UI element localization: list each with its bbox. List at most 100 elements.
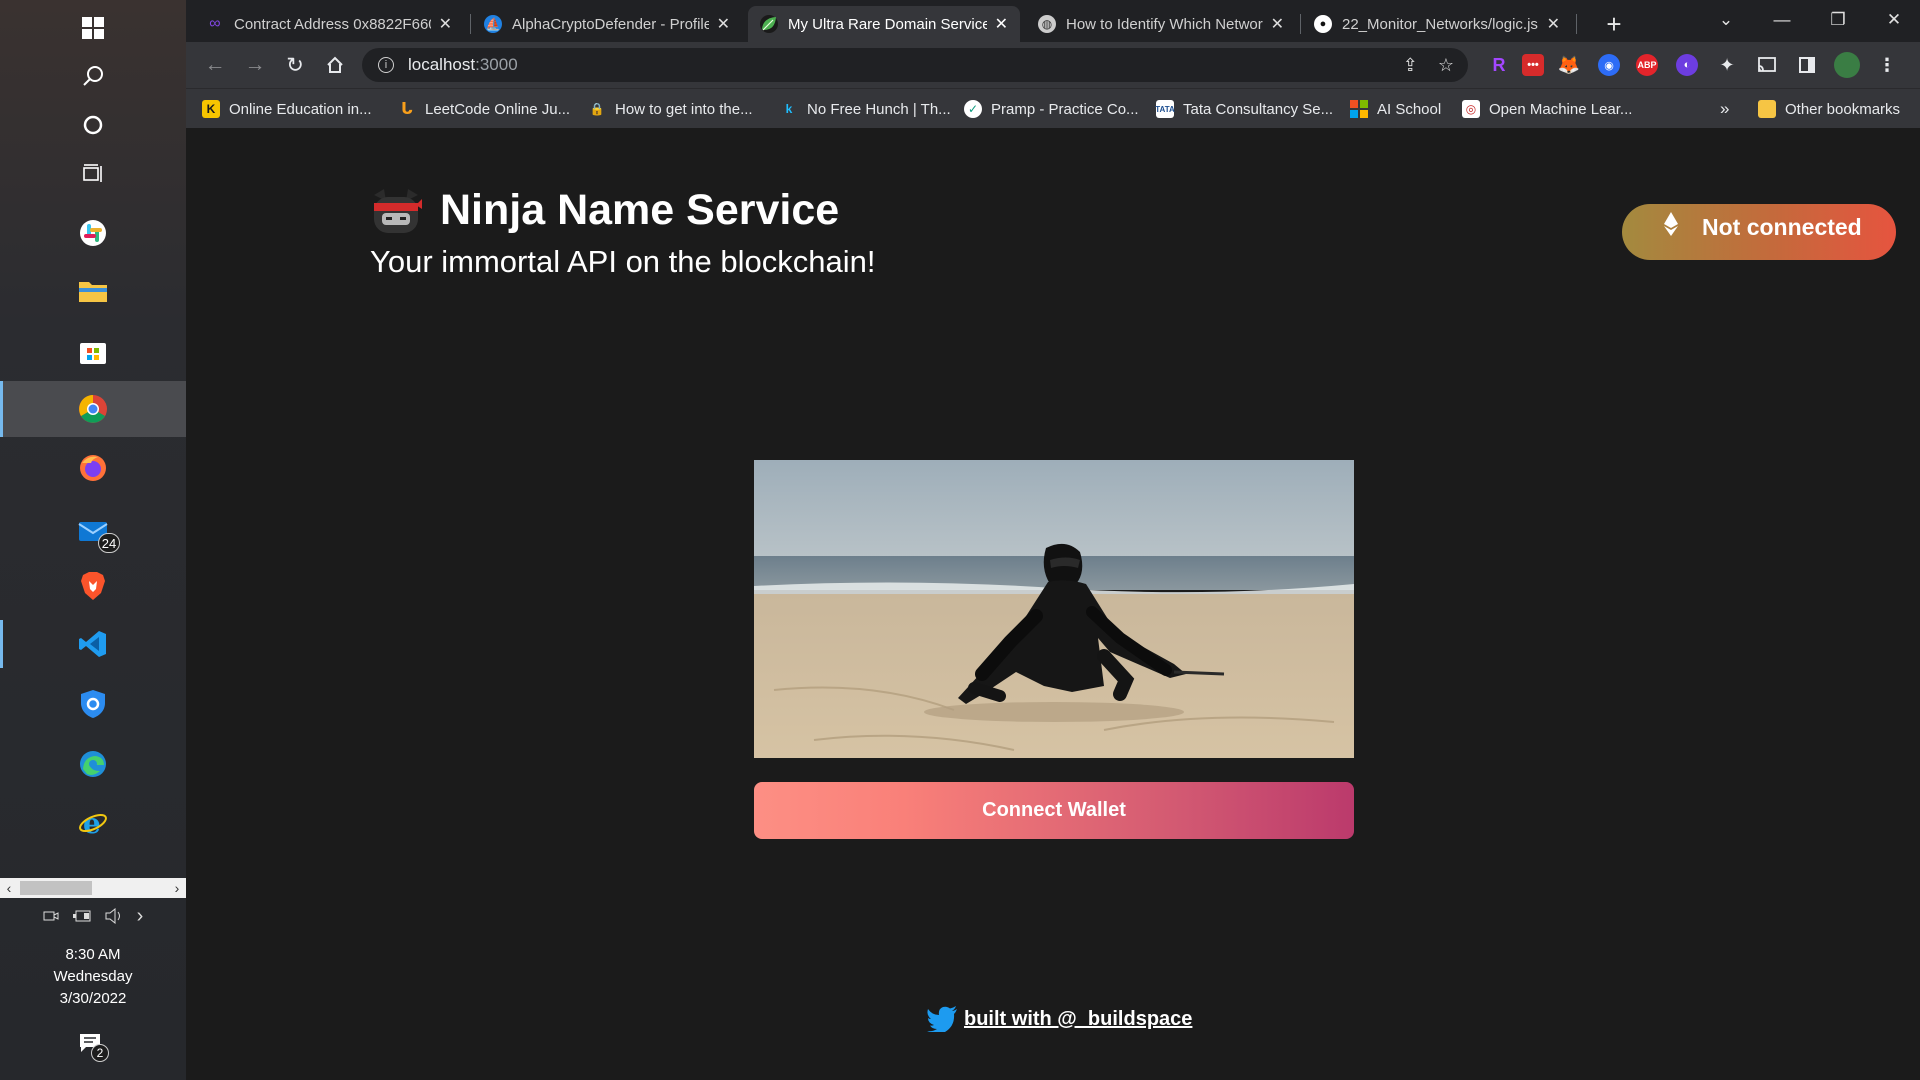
close-tab-icon[interactable]: ✕ [1271,14,1284,34]
other-bookmarks-folder[interactable]: Other bookmarks [1758,97,1900,121]
tab-title: 22_Monitor_Networks/logic.js [1342,15,1538,33]
connect-wallet-button[interactable]: Connect Wallet [754,782,1354,839]
page-subtitle: Your immortal API on the blockchain! [370,244,876,279]
tab-contract-address[interactable]: ∞ Contract Address 0x8822F660 ✕ [194,6,464,42]
extension-blue-circle-icon[interactable]: ◉ [1598,54,1620,76]
tab-opensea-profile[interactable]: ⛵ AlphaCryptoDefender - Profile ✕ [472,6,742,42]
profile-avatar[interactable] [1834,52,1860,78]
page-content: Ninja Name Service Your immortal API on … [186,128,1920,1080]
side-panel-icon[interactable] [1796,54,1818,76]
minimize-button[interactable]: — [1754,0,1810,40]
bookmark-label: Pramp - Practice Co... [991,100,1139,118]
home-button[interactable] [318,48,352,82]
forward-button[interactable]: → [238,48,272,82]
bookmark-tata-consultancy[interactable]: TATA Tata Consultancy Se... [1155,97,1333,121]
share-icon[interactable]: ⇪ [1403,55,1418,76]
omnibox-actions: ⇪ ☆ [1403,55,1454,76]
bookmark-pramp[interactable]: ✓ Pramp - Practice Co... [964,97,1139,121]
action-center-button[interactable]: 2 [78,1032,109,1062]
reload-icon: ↻ [286,53,304,77]
taskbar-scrollbar[interactable]: ‹ › [0,878,186,898]
bookmark-leetcode[interactable]: ᒐ LeetCode Online Ju... [398,97,570,121]
bookmark-online-education[interactable]: K Online Education in... [202,97,372,121]
arrow-right-icon: → [244,53,266,76]
bookmarks-overflow-button[interactable]: » [1720,97,1729,121]
site-info-icon[interactable]: i [378,57,394,73]
taskbar-file-explorer[interactable] [0,263,186,319]
taskbar-edge[interactable] [0,736,186,792]
bookmark-how-to-get-into[interactable]: 🔒 How to get into the... [588,97,753,121]
bookmark-no-free-hunch[interactable]: k No Free Hunch | Th... [780,97,951,121]
taskbar-mail[interactable]: 24 [0,503,186,559]
back-button[interactable]: ← [198,48,232,82]
plus-icon: + [1606,8,1622,39]
bookmark-open-machine-learning[interactable]: ◎ Open Machine Lear... [1462,97,1632,121]
close-tab-icon[interactable]: ✕ [439,14,452,34]
scroll-left-arrow-icon[interactable]: ‹ [0,878,18,898]
footer-link[interactable]: built with @_buildspace [926,1006,1192,1032]
taskbar-chrome[interactable] [0,381,186,437]
home-icon [327,56,343,73]
bookmark-star-icon[interactable]: ☆ [1438,55,1454,76]
cortana-icon [83,115,103,135]
taskbar-slack[interactable] [0,205,186,261]
overflow-chevron-icon: » [1720,99,1730,118]
adblock-plus-icon[interactable]: ABP [1636,54,1658,76]
clock-day: Wednesday [53,968,133,985]
taskbar-store[interactable] [0,323,186,379]
bookmark-label: Open Machine Lear... [1489,100,1633,118]
meet-now-icon[interactable] [43,908,59,924]
store-icon [80,343,106,364]
bookmark-ai-school[interactable]: AI School [1350,97,1441,121]
task-view-button[interactable] [0,146,186,202]
twitter-icon [927,1006,957,1032]
microsoft-logo-icon [1350,100,1368,118]
scroll-right-arrow-icon[interactable]: › [168,878,186,898]
extensions-puzzle-icon[interactable]: ✦ [1716,54,1738,76]
cortana-button[interactable] [0,97,186,153]
close-window-button[interactable]: ✕ [1866,0,1920,40]
leaf-icon [760,15,778,33]
extension-purple-icon[interactable]: ◐ [1676,54,1698,76]
arrow-left-icon: ← [204,53,226,76]
close-tab-icon[interactable]: ✕ [1547,14,1560,34]
reload-button[interactable]: ↻ [278,48,312,82]
taskbar-internet-explorer[interactable]: e [0,795,186,851]
address-bar[interactable]: i localhost:3000 ⇪ ☆ [362,48,1468,82]
tab-domain-service[interactable]: My Ultra Rare Domain Service ✕ [748,6,1020,42]
taskbar-firefox[interactable] [0,440,186,496]
new-tab-button[interactable]: + [1596,6,1632,42]
battery-icon[interactable] [72,909,91,923]
tab-identify-network[interactable]: ◍ How to Identify Which Network ✕ [1026,6,1296,42]
menu-kebab-icon[interactable]: ⋮ [1876,54,1898,76]
tab-title: How to Identify Which Network [1066,15,1263,33]
ninja-cat-logo-icon [374,188,422,233]
chrome-icon [79,395,107,423]
extension-r-icon[interactable]: R [1488,54,1510,76]
scrollbar-thumb[interactable] [20,881,92,895]
internet-explorer-icon: e [79,808,107,838]
close-tab-icon[interactable]: ✕ [995,14,1008,34]
system-clock[interactable]: 8:30 AM Wednesday 3/30/2022 [0,944,186,1010]
chevron-right-icon[interactable]: › [137,905,144,928]
bookmarks-bar: K Online Education in... ᒐ LeetCode Online… [186,88,1920,128]
metamask-icon[interactable]: 🦊 [1558,54,1580,76]
search-button[interactable] [0,48,186,104]
close-tab-icon[interactable]: ✕ [717,14,730,34]
ethereum-icon [1664,212,1678,236]
volume-icon[interactable] [105,908,123,924]
leetcode-icon: ᒐ [401,101,413,118]
extension-lastpass-icon[interactable]: ••• [1522,54,1544,76]
restore-button[interactable]: ❐ [1810,0,1866,40]
taskbar-vscode[interactable] [0,616,186,672]
minimize-icon: — [1773,10,1791,29]
folder-icon [79,282,107,302]
taskbar-vpn[interactable] [0,676,186,732]
taskbar-brave[interactable] [0,558,186,614]
tab-search-button[interactable]: ⌄ [1698,0,1754,40]
tab-github-logic[interactable]: ● 22_Monitor_Networks/logic.js ✕ [1302,6,1572,42]
chevron-down-icon: ⌄ [1718,10,1734,29]
edge-icon [80,751,106,777]
folder-icon [1758,100,1776,118]
cast-icon[interactable] [1756,54,1778,76]
